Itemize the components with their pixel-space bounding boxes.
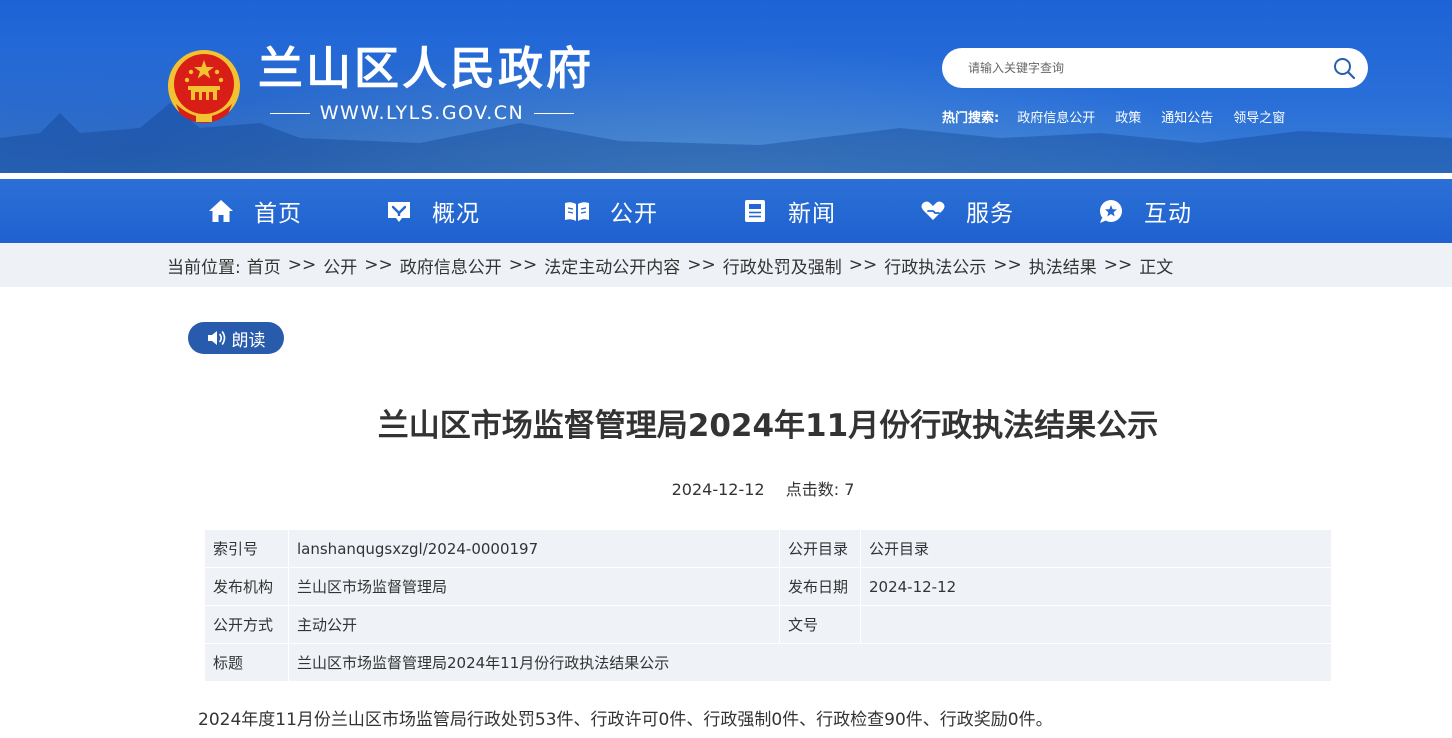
- breadcrumb-separator: >>: [993, 255, 1022, 275]
- hot-search-label: 热门搜索:: [942, 111, 1000, 126]
- table-row: 索引号 lanshanqugsxzgl/2024-0000197 公开目录 公开…: [204, 529, 1332, 568]
- breadcrumb-separator: >>: [287, 255, 317, 275]
- nav-item-label: 服务: [966, 201, 1014, 227]
- breadcrumb-link[interactable]: 行政处罚及强制: [723, 253, 842, 278]
- search-box: [942, 48, 1368, 88]
- breadcrumb-separator: >>: [364, 255, 393, 275]
- chat-star-icon: [1100, 200, 1122, 223]
- info-table: 索引号 lanshanqugsxzgl/2024-0000197 公开目录 公开…: [204, 529, 1332, 682]
- hot-search: 热门搜索: 政府信息公开 政策 通知公告 领导之窗: [942, 107, 1285, 126]
- info-key: 发布机构: [204, 567, 289, 606]
- info-key: 索引号: [204, 529, 289, 568]
- info-key: 公开目录: [779, 529, 861, 568]
- article-meta: 2024-12-12 点击数: 7: [0, 476, 1452, 500]
- national-emblem-icon: [168, 50, 240, 123]
- site-url-text: WWW.LYLS.GOV.CN: [319, 102, 525, 124]
- nav-item-label: 公开: [610, 201, 658, 227]
- speaker-icon: [207, 331, 225, 345]
- breadcrumb-separator: >>: [687, 255, 716, 275]
- breadcrumb-separator: >>: [508, 255, 538, 275]
- breadcrumb-separator: >>: [848, 255, 878, 275]
- table-row: 标题 兰山区市场监督管理局2024年11月份行政执法结果公示: [204, 643, 1332, 682]
- url-divider-left: [270, 112, 310, 114]
- info-key: 发布日期: [779, 567, 861, 606]
- nav-item-label: 概况: [432, 201, 480, 227]
- site-url: WWW.LYLS.GOV.CN: [260, 102, 584, 124]
- info-key: 公开方式: [204, 605, 289, 644]
- site-header: 兰山区人民政府 WWW.LYLS.GOV.CN 热门搜索: 政府信息公开 政策 …: [0, 0, 1452, 173]
- breadcrumb-prefix: 当前位置:: [167, 257, 241, 278]
- breadcrumb-link[interactable]: 执法结果: [1029, 253, 1097, 278]
- publish-date: 2024-12-12: [671, 480, 765, 499]
- breadcrumb-current: 正文: [1139, 257, 1174, 278]
- info-value: [860, 605, 1332, 644]
- search-icon[interactable]: [1332, 56, 1356, 80]
- article-title: 兰山区市场监督管理局2024年11月份行政执法结果公示: [377, 408, 1159, 444]
- table-row: 发布机构 兰山区市场监督管理局 发布日期 2024-12-12: [204, 567, 1332, 606]
- home-icon: [209, 200, 233, 222]
- overview-icon: [388, 202, 410, 222]
- search-input[interactable]: [966, 60, 1310, 76]
- article-body: 2024年度11月份兰山区市场监管局行政处罚53件、行政许可0件、行政强制0件、…: [198, 710, 1053, 730]
- nav-item-open[interactable]: 公开: [563, 194, 741, 228]
- news-icon: [745, 200, 765, 222]
- info-key: 标题: [204, 643, 289, 682]
- site-title: 兰山区人民政府: [258, 42, 595, 95]
- read-aloud-button[interactable]: 朗读: [188, 322, 284, 354]
- hot-search-link[interactable]: 政策: [1115, 107, 1141, 126]
- main-nav: 首页 概况 公开 新闻 服务 互动: [0, 179, 1452, 243]
- breadcrumb-separator: >>: [1103, 255, 1133, 275]
- breadcrumb-link[interactable]: 公开: [323, 253, 357, 278]
- heart-hand-icon: [921, 201, 945, 220]
- nav-item-label: 新闻: [788, 201, 836, 227]
- nav-item-overview[interactable]: 概况: [385, 194, 563, 228]
- hits-label: 点击数:: [785, 480, 840, 499]
- book-icon: [565, 202, 589, 221]
- hits-count: 7: [844, 480, 855, 499]
- hot-search-link[interactable]: 领导之窗: [1233, 107, 1285, 126]
- breadcrumb: 当前位置: 首页 >> 公开 >> 政府信息公开 >> 法定主动公开内容 >> …: [0, 243, 1452, 287]
- breadcrumb-link[interactable]: 法定主动公开内容: [544, 253, 680, 278]
- nav-item-interact[interactable]: 互动: [1097, 194, 1275, 228]
- info-value: 兰山区市场监督管理局2024年11月份行政执法结果公示: [288, 643, 1332, 682]
- nav-item-service[interactable]: 服务: [919, 194, 1097, 228]
- breadcrumb-link[interactable]: 政府信息公开: [400, 253, 502, 278]
- hot-search-link[interactable]: 政府信息公开: [1017, 107, 1095, 126]
- info-value: lanshanqugsxzgl/2024-0000197: [288, 529, 780, 568]
- nav-item-label: 互动: [1144, 201, 1192, 227]
- breadcrumb-link[interactable]: 行政执法公示: [884, 253, 986, 278]
- info-key: 文号: [779, 605, 861, 644]
- info-value: 公开目录: [860, 529, 1332, 568]
- table-row: 公开方式 主动公开 文号: [204, 605, 1332, 644]
- breadcrumb-link[interactable]: 首页: [247, 253, 281, 278]
- info-value: 2024-12-12: [860, 567, 1332, 606]
- url-divider-right: [534, 112, 575, 114]
- info-value: 兰山区市场监督管理局: [288, 567, 780, 606]
- info-value: 主动公开: [288, 605, 780, 644]
- read-aloud-label: 朗读: [231, 330, 266, 351]
- nav-item-home[interactable]: 首页: [207, 194, 385, 228]
- nav-item-news[interactable]: 新闻: [741, 194, 919, 228]
- hot-search-link[interactable]: 通知公告: [1161, 107, 1213, 126]
- nav-item-label: 首页: [254, 201, 302, 227]
